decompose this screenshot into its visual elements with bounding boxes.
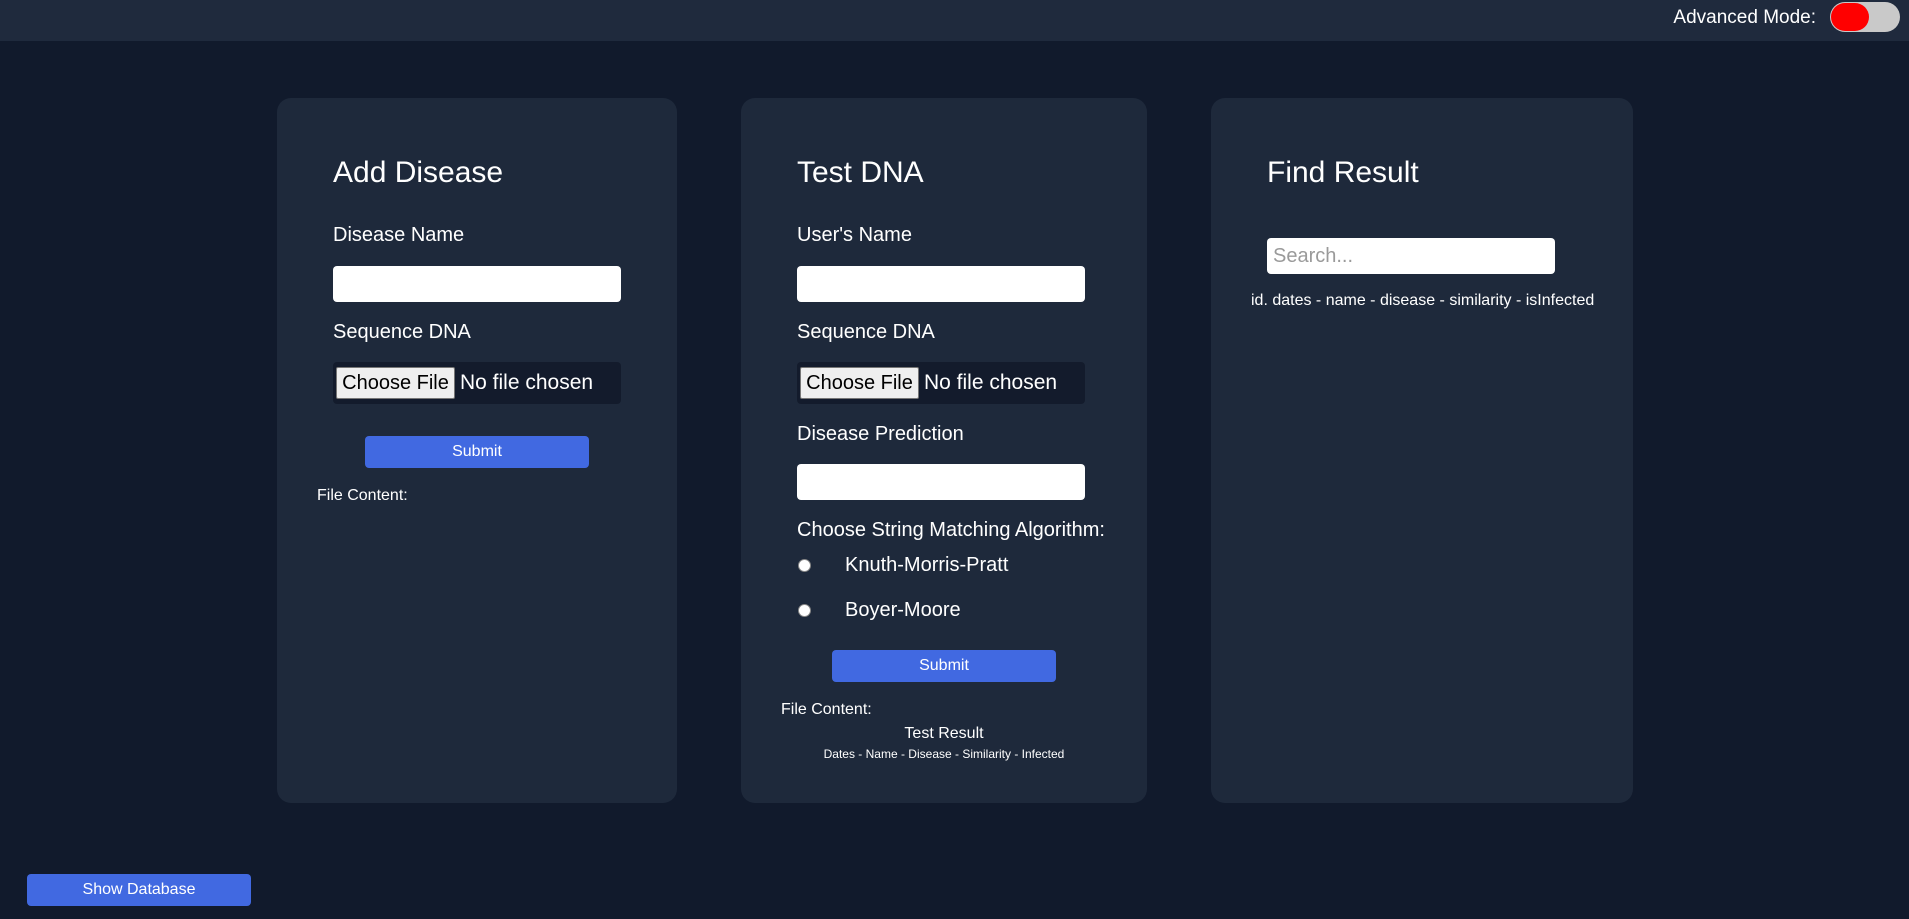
test-result-columns: Dates - Name - Disease - Similarity - In… (823, 747, 1065, 761)
user-name-label: User's Name (797, 224, 912, 246)
radio-boyer-moore[interactable] (798, 604, 811, 617)
toggle-knob (1831, 3, 1869, 31)
file-content-label: File Content: (781, 701, 872, 718)
dna-file-picker: Choose File No file chosen (797, 362, 1085, 404)
disease-file-picker: Choose File No file chosen (333, 362, 621, 404)
file-status: No file chosen (460, 371, 594, 394)
find-result-columns: id. dates - name - disease - similarity … (1251, 292, 1595, 309)
choose-file-button[interactable]: Choose File (336, 367, 455, 399)
user-name-input[interactable] (797, 266, 1085, 302)
disease-name-label: Disease Name (333, 224, 465, 246)
add-disease-title: Add Disease (333, 156, 504, 189)
add-disease-submit-button[interactable]: Submit (365, 436, 589, 468)
sequence-dna-label: Sequence DNA (333, 321, 471, 343)
disease-name-input[interactable] (333, 266, 621, 302)
radio-kmp[interactable] (798, 559, 811, 572)
choose-file-button[interactable]: Choose File (800, 367, 919, 399)
top-bar: Advanced Mode: (0, 0, 1909, 41)
show-database-button[interactable]: Show Database (27, 874, 251, 906)
sequence-dna-label: Sequence DNA (797, 321, 935, 343)
file-content-label: File Content: (317, 487, 408, 504)
find-result-title: Find Result (1267, 156, 1419, 189)
test-dna-title: Test DNA (797, 156, 924, 189)
disease-prediction-label: Disease Prediction (797, 423, 964, 445)
advanced-mode-toggle[interactable] (1830, 2, 1900, 32)
file-status: No file chosen (924, 371, 1058, 394)
test-result-title: Test Result (904, 725, 984, 742)
radio-boyer-moore-label: Boyer-Moore (845, 599, 961, 621)
add-disease-card: Add Disease Disease Name Sequence DNA Ch… (277, 98, 677, 803)
algorithm-label: Choose String Matching Algorithm: (797, 519, 1105, 541)
radio-kmp-label: Knuth-Morris-Pratt (845, 554, 1009, 576)
search-input[interactable] (1267, 238, 1555, 274)
find-result-card: Find Result id. dates - name - disease -… (1211, 98, 1633, 803)
test-dna-submit-button[interactable]: Submit (832, 650, 1056, 682)
advanced-mode-label: Advanced Mode: (1673, 7, 1816, 28)
test-dna-card: Test DNA User's Name Sequence DNA Choose… (741, 98, 1147, 803)
disease-prediction-input[interactable] (797, 464, 1085, 500)
